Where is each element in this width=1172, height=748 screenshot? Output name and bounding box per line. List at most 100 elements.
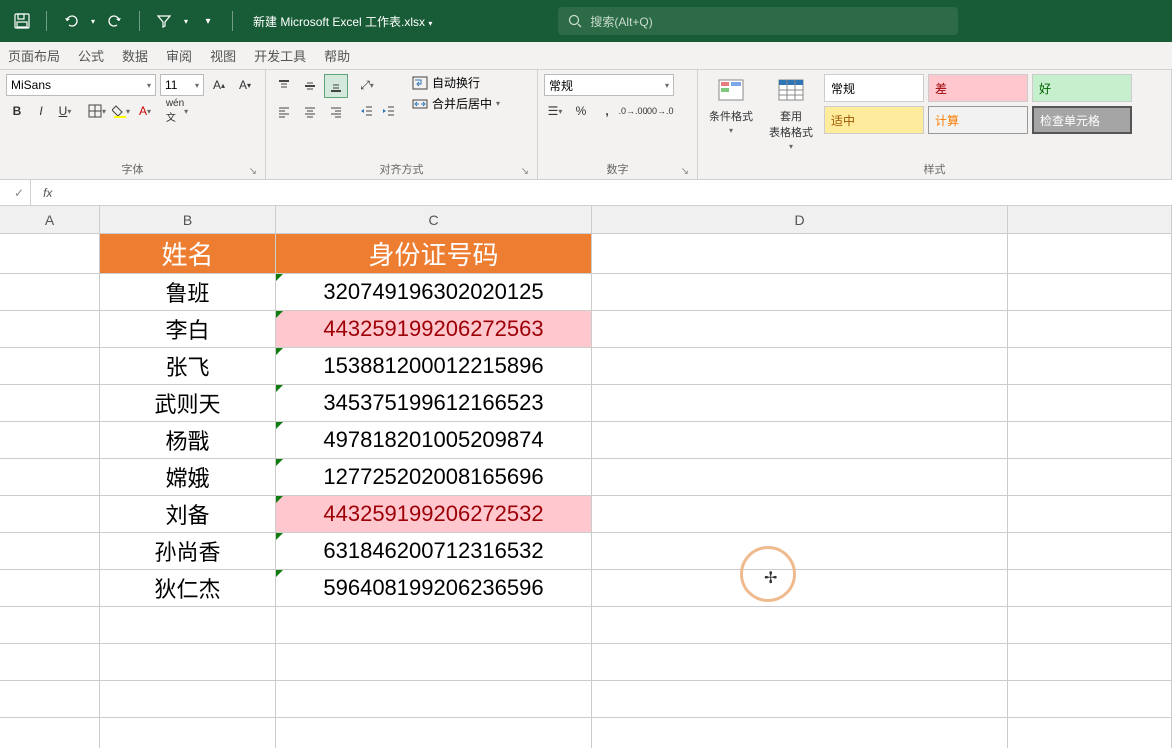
merge-center-button[interactable]: 合并后居中 ▾ <box>412 95 500 112</box>
align-left[interactable] <box>272 100 296 124</box>
align-top[interactable] <box>272 74 296 98</box>
header-name[interactable]: 姓名 <box>100 234 276 274</box>
align-middle[interactable] <box>298 74 322 98</box>
style-calc[interactable]: 计算 <box>928 106 1028 134</box>
tab-developer[interactable]: 开发工具 <box>252 42 308 69</box>
cell[interactable] <box>1008 570 1172 607</box>
cell[interactable] <box>1008 533 1172 570</box>
decrease-decimal[interactable]: .00→.0 <box>648 100 670 122</box>
col-header-A[interactable]: A <box>0 206 100 234</box>
cell[interactable] <box>592 459 1008 496</box>
tab-formulas[interactable]: 公式 <box>76 42 106 69</box>
cell[interactable] <box>276 681 592 718</box>
alignment-launcher[interactable]: ↘ <box>521 166 529 177</box>
cell[interactable] <box>0 533 100 570</box>
cell[interactable] <box>1008 348 1172 385</box>
cell-id[interactable]: 596408199206236596 <box>276 570 592 607</box>
cell[interactable] <box>0 311 100 348</box>
cell[interactable] <box>100 718 276 748</box>
cell[interactable] <box>1008 234 1172 274</box>
cell-name[interactable]: 嫦娥 <box>100 459 276 496</box>
cell[interactable] <box>592 681 1008 718</box>
conditional-format-button[interactable]: 条件格式▾ <box>704 74 758 139</box>
style-neutral[interactable]: 适中 <box>824 106 924 134</box>
style-good[interactable]: 好 <box>1032 74 1132 102</box>
cell-id[interactable]: 497818201005209874 <box>276 422 592 459</box>
cell[interactable] <box>0 644 100 681</box>
qat-more-icon[interactable]: ▾ <box>194 7 222 35</box>
cell[interactable] <box>1008 385 1172 422</box>
cancel-formula[interactable]: ✓ <box>14 186 24 200</box>
align-center[interactable] <box>298 100 322 124</box>
cell[interactable] <box>100 607 276 644</box>
tab-data[interactable]: 数据 <box>120 42 150 69</box>
cell[interactable] <box>0 348 100 385</box>
cell[interactable] <box>0 607 100 644</box>
cell-id[interactable]: 443259199206272563 <box>276 311 592 348</box>
tab-pagelayout[interactable]: 页面布局 <box>6 42 62 69</box>
cell-id[interactable]: 153881200012215896 <box>276 348 592 385</box>
cell-name[interactable]: 鲁班 <box>100 274 276 311</box>
cell[interactable] <box>592 496 1008 533</box>
spreadsheet-grid[interactable]: A B C D 姓名 身份证号码 鲁班 320749196302020125 李… <box>0 206 1172 748</box>
cell[interactable] <box>592 607 1008 644</box>
cell[interactable] <box>276 644 592 681</box>
cell-id[interactable]: 127725202008165696 <box>276 459 592 496</box>
cell[interactable] <box>0 234 100 274</box>
style-normal[interactable]: 常规 <box>824 74 924 102</box>
cell[interactable] <box>592 385 1008 422</box>
cell[interactable] <box>592 718 1008 748</box>
increase-decimal[interactable]: .0→.00 <box>622 100 644 122</box>
decrease-font-icon[interactable]: A▾ <box>234 74 256 96</box>
cell[interactable] <box>592 348 1008 385</box>
cell[interactable] <box>100 644 276 681</box>
cell[interactable] <box>100 681 276 718</box>
cell-name[interactable]: 孙尚香 <box>100 533 276 570</box>
cell[interactable] <box>1008 422 1172 459</box>
font-color-button[interactable]: A▾ <box>134 100 156 122</box>
cell-name[interactable]: 张飞 <box>100 348 276 385</box>
increase-font-icon[interactable]: A▴ <box>208 74 230 96</box>
col-header-C[interactable]: C <box>276 206 592 234</box>
save-icon[interactable] <box>8 7 36 35</box>
cell-id[interactable]: 345375199612166523 <box>276 385 592 422</box>
cell[interactable] <box>1008 274 1172 311</box>
cell-name[interactable]: 刘备 <box>100 496 276 533</box>
tab-view[interactable]: 视图 <box>208 42 238 69</box>
fx-icon[interactable]: fx <box>37 186 58 200</box>
cell[interactable] <box>592 311 1008 348</box>
cell[interactable] <box>0 681 100 718</box>
col-header-D[interactable]: D <box>592 206 1008 234</box>
formula-input[interactable] <box>58 186 1172 200</box>
filter-dropdown[interactable]: ▾ <box>184 17 188 26</box>
cell[interactable] <box>592 274 1008 311</box>
cell[interactable] <box>276 607 592 644</box>
cell[interactable] <box>0 496 100 533</box>
style-check[interactable]: 检查单元格 <box>1032 106 1132 134</box>
cell[interactable] <box>1008 681 1172 718</box>
col-header-E[interactable] <box>1008 206 1172 234</box>
comma-button[interactable]: , <box>596 100 618 122</box>
orientation-button[interactable]: ⤢▾ <box>356 74 378 96</box>
cell[interactable] <box>1008 311 1172 348</box>
undo-icon[interactable] <box>57 7 85 35</box>
increase-indent[interactable] <box>378 100 400 122</box>
cell[interactable] <box>592 570 1008 607</box>
cell[interactable] <box>0 385 100 422</box>
phonetic-button[interactable]: wén文▾ <box>166 100 188 122</box>
cell[interactable] <box>1008 459 1172 496</box>
cell-name[interactable]: 武则天 <box>100 385 276 422</box>
cell[interactable] <box>1008 607 1172 644</box>
cell-name[interactable]: 李白 <box>100 311 276 348</box>
font-name-combo[interactable]: MiSans▾ <box>6 74 156 96</box>
header-id[interactable]: 身份证号码 <box>276 234 592 274</box>
cell[interactable] <box>0 459 100 496</box>
font-launcher[interactable]: ↘ <box>249 166 257 177</box>
wrap-text-button[interactable]: 自动换行 <box>412 74 500 91</box>
cell-id[interactable]: 631846200712316532 <box>276 533 592 570</box>
style-bad[interactable]: 差 <box>928 74 1028 102</box>
underline-button[interactable]: U▾ <box>54 100 76 122</box>
number-launcher[interactable]: ↘ <box>681 166 689 177</box>
cell-id[interactable]: 320749196302020125 <box>276 274 592 311</box>
redo-icon[interactable] <box>101 7 129 35</box>
